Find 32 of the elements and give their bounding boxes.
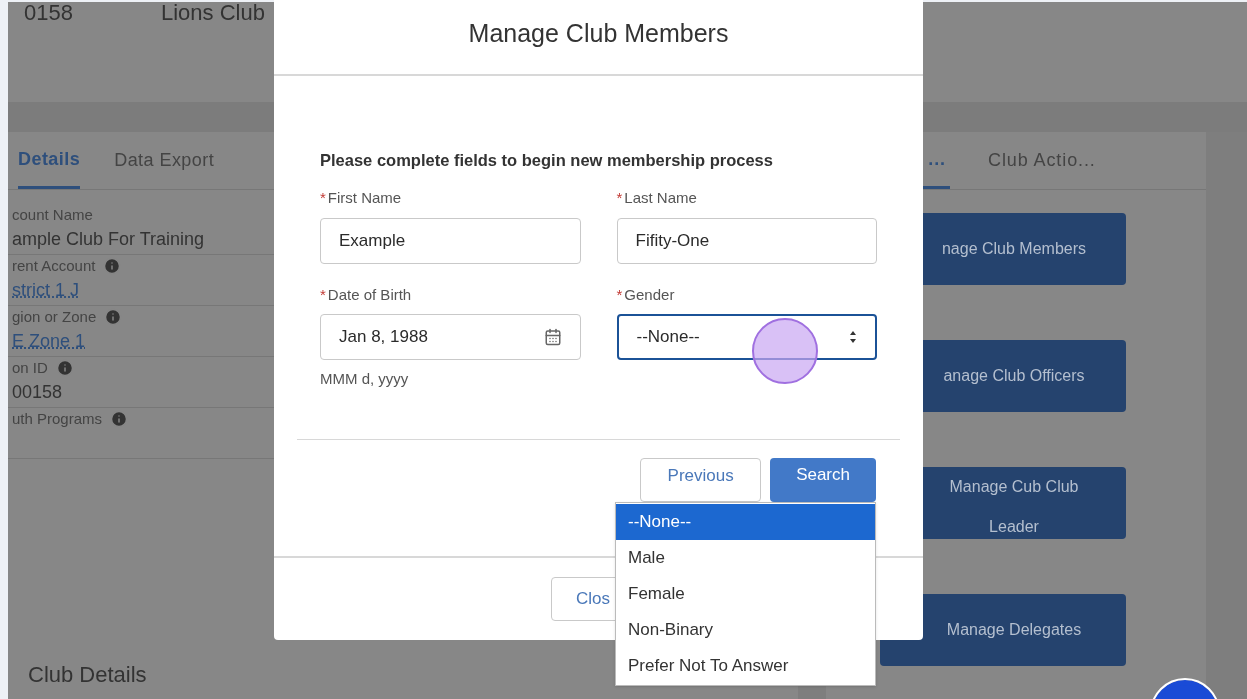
- record-id: 0158: [24, 2, 73, 24]
- calendar-icon: [543, 328, 562, 346]
- field-value: ample Club For Training: [12, 228, 206, 251]
- field-label: rent Account: [12, 255, 96, 276]
- required-mark: *: [320, 188, 326, 208]
- modal-title: Manage Club Members: [468, 18, 729, 50]
- instructions: Please complete fields to begin new membership process: [320, 151, 773, 169]
- dropdown-option[interactable]: --None--: [616, 504, 875, 540]
- previous-button[interactable]: Previous: [640, 457, 762, 502]
- format-hint: MMM d, yyyy: [320, 369, 410, 389]
- dropdown-option[interactable]: Prefer Not To Answer: [616, 648, 875, 684]
- field-value: 00158: [12, 381, 64, 404]
- field-label: count Name: [12, 204, 93, 225]
- field-label: Gender: [624, 284, 675, 305]
- field-label: gion or Zone: [12, 306, 97, 327]
- required-mark: *: [320, 284, 326, 305]
- required-mark: *: [616, 284, 623, 305]
- tab[interactable]: Club Actio...: [984, 132, 1100, 189]
- sort-arrows-icon: [849, 330, 857, 344]
- required-mark: *: [616, 188, 623, 208]
- date-field[interactable]: Jan 8, 1988: [320, 314, 581, 360]
- text-field[interactable]: Example: [320, 217, 581, 264]
- club-type: Lions Club: [160, 2, 265, 24]
- dropdown-option[interactable]: Male: [616, 540, 875, 576]
- search-button[interactable]: Search: [770, 457, 876, 502]
- text-field[interactable]: Fifity-One: [616, 217, 877, 264]
- field-label: uth Programs: [12, 408, 103, 429]
- field-label: Date of Birth: [327, 284, 412, 305]
- field-label: on ID: [12, 357, 48, 378]
- section-title: Club Details: [28, 661, 147, 689]
- field-label: First Name: [327, 188, 402, 208]
- field-label: Last Name: [624, 188, 697, 208]
